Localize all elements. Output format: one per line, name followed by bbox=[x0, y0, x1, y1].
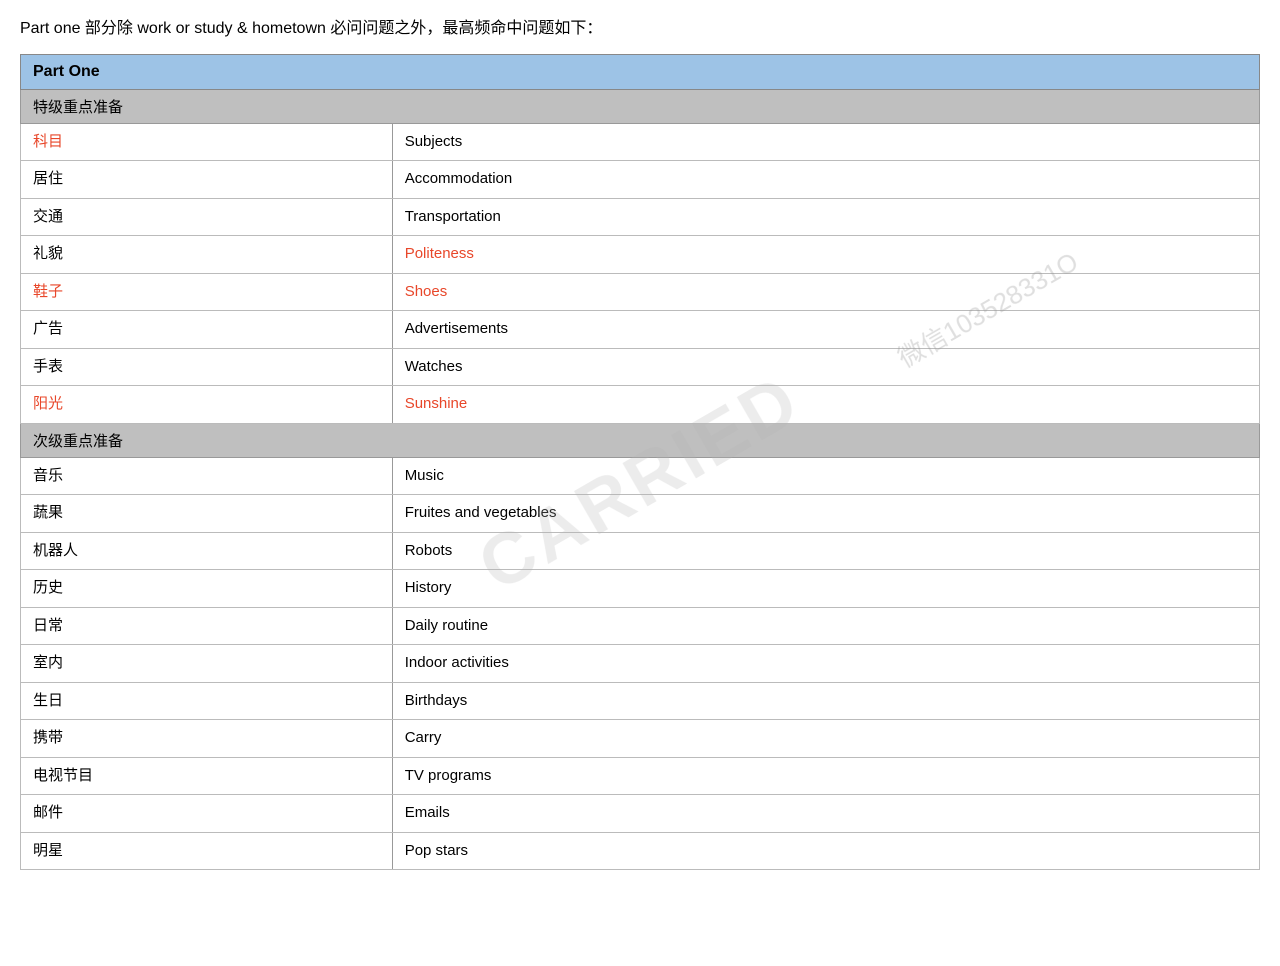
chinese-cell: 广告 bbox=[21, 311, 393, 349]
english-cell: Pop stars bbox=[392, 832, 1259, 870]
english-cell: Emails bbox=[392, 795, 1259, 833]
section1-header-row: 特级重点准备 bbox=[21, 89, 1260, 123]
english-cell: Robots bbox=[392, 532, 1259, 570]
secondary-row: 邮件Emails bbox=[21, 795, 1260, 833]
chinese-cell: 室内 bbox=[21, 645, 393, 683]
english-cell: Birthdays bbox=[392, 682, 1259, 720]
priority-row: 科目Subjects bbox=[21, 123, 1260, 161]
chinese-cell: 音乐 bbox=[21, 457, 393, 495]
chinese-cell: 生日 bbox=[21, 682, 393, 720]
chinese-cell: 邮件 bbox=[21, 795, 393, 833]
chinese-cell: 鞋子 bbox=[21, 273, 393, 311]
priority-row: 广告Advertisements bbox=[21, 311, 1260, 349]
english-cell: Watches bbox=[392, 348, 1259, 386]
chinese-cell: 居住 bbox=[21, 161, 393, 199]
english-cell: TV programs bbox=[392, 757, 1259, 795]
chinese-cell: 手表 bbox=[21, 348, 393, 386]
part-one-header: Part One bbox=[21, 54, 1260, 89]
chinese-cell: 明星 bbox=[21, 832, 393, 870]
chinese-cell: 电视节目 bbox=[21, 757, 393, 795]
table-header-row: Part One bbox=[21, 54, 1260, 89]
english-cell: Subjects bbox=[392, 123, 1259, 161]
main-table: Part One特级重点准备科目Subjects居住Accommodation交… bbox=[20, 54, 1260, 871]
english-cell: Accommodation bbox=[392, 161, 1259, 199]
secondary-row: 携带Carry bbox=[21, 720, 1260, 758]
priority-row: 阳光Sunshine bbox=[21, 386, 1260, 424]
english-cell: Shoes bbox=[392, 273, 1259, 311]
secondary-row: 生日Birthdays bbox=[21, 682, 1260, 720]
english-cell: Sunshine bbox=[392, 386, 1259, 424]
secondary-row: 蔬果Fruites and vegetables bbox=[21, 495, 1260, 533]
secondary-row: 电视节目TV programs bbox=[21, 757, 1260, 795]
secondary-row: 明星Pop stars bbox=[21, 832, 1260, 870]
chinese-cell: 礼貌 bbox=[21, 236, 393, 274]
priority-row: 礼貌Politeness bbox=[21, 236, 1260, 274]
chinese-cell: 蔬果 bbox=[21, 495, 393, 533]
chinese-cell: 机器人 bbox=[21, 532, 393, 570]
chinese-cell: 日常 bbox=[21, 607, 393, 645]
chinese-cell: 交通 bbox=[21, 198, 393, 236]
priority-row: 居住Accommodation bbox=[21, 161, 1260, 199]
chinese-cell: 阳光 bbox=[21, 386, 393, 424]
intro-text: Part one 部分除 work or study & hometown 必问… bbox=[20, 16, 1260, 42]
secondary-row: 历史History bbox=[21, 570, 1260, 608]
secondary-row: 日常Daily routine bbox=[21, 607, 1260, 645]
chinese-cell: 科目 bbox=[21, 123, 393, 161]
secondary-row: 音乐Music bbox=[21, 457, 1260, 495]
english-cell: Carry bbox=[392, 720, 1259, 758]
section2-label: 次级重点准备 bbox=[21, 423, 1260, 457]
english-cell: Music bbox=[392, 457, 1259, 495]
english-cell: Fruites and vegetables bbox=[392, 495, 1259, 533]
priority-row: 手表Watches bbox=[21, 348, 1260, 386]
english-cell: Indoor activities bbox=[392, 645, 1259, 683]
english-cell: Advertisements bbox=[392, 311, 1259, 349]
english-cell: Daily routine bbox=[392, 607, 1259, 645]
priority-row: 交通Transportation bbox=[21, 198, 1260, 236]
chinese-cell: 携带 bbox=[21, 720, 393, 758]
priority-row: 鞋子Shoes bbox=[21, 273, 1260, 311]
english-cell: History bbox=[392, 570, 1259, 608]
english-cell: Transportation bbox=[392, 198, 1259, 236]
section1-label: 特级重点准备 bbox=[21, 89, 1260, 123]
secondary-row: 室内Indoor activities bbox=[21, 645, 1260, 683]
secondary-row: 机器人Robots bbox=[21, 532, 1260, 570]
section2-header-row: 次级重点准备 bbox=[21, 423, 1260, 457]
chinese-cell: 历史 bbox=[21, 570, 393, 608]
english-cell: Politeness bbox=[392, 236, 1259, 274]
